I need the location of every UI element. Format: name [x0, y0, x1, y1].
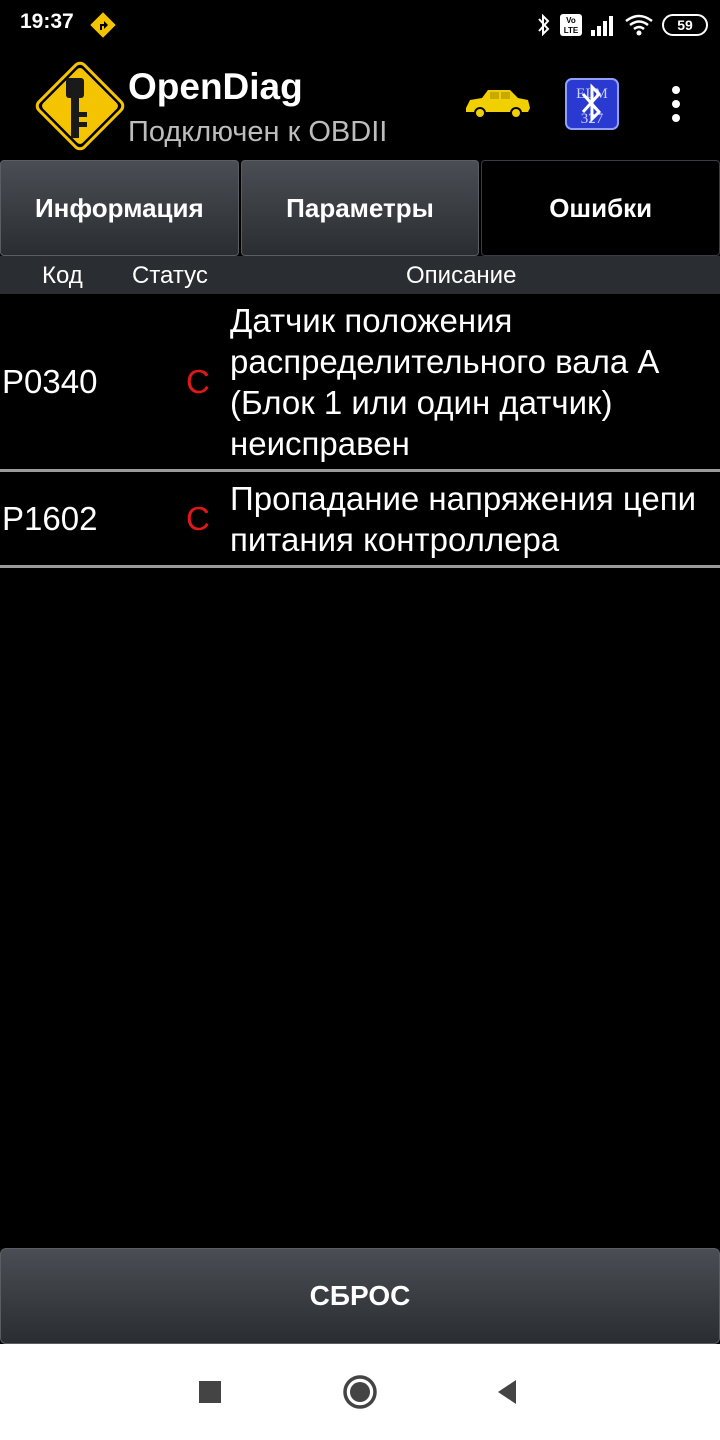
warning-navigation-icon [90, 12, 116, 38]
elm327-bluetooth-icon[interactable]: ELM 327 [565, 78, 619, 130]
column-header-status: Статус [132, 262, 208, 289]
table-header: Код Статус Описание [0, 256, 720, 294]
error-status: C [186, 362, 210, 400]
recents-icon[interactable] [190, 1372, 230, 1412]
tab-errors[interactable]: Ошибки [481, 160, 720, 256]
bluetooth-icon [538, 13, 550, 37]
key-sign-logo [35, 61, 125, 151]
error-code: P1602 [2, 499, 98, 537]
status-bar: 19:37 Vo LTE 59 [0, 0, 720, 50]
more-vert-icon[interactable] [662, 84, 690, 124]
error-description: Пропадание напряжения цепи питания контр… [230, 479, 697, 558]
status-time: 19:37 [20, 10, 74, 33]
error-code: P0340 [2, 362, 98, 400]
home-icon[interactable] [340, 1372, 380, 1412]
svg-text:LTE: LTE [564, 26, 579, 35]
error-description: Датчик положения распределительного вала… [230, 301, 658, 462]
app-bar: OpenDiag Подключен к OBDII ELM 327 [0, 50, 720, 160]
back-icon[interactable] [488, 1372, 528, 1412]
tab-parameters[interactable]: Параметры [240, 160, 480, 256]
error-status: C [186, 499, 210, 537]
wifi-icon [625, 14, 653, 36]
status-icons: Vo LTE 59 [536, 10, 708, 40]
battery-icon: 59 [662, 14, 708, 36]
tab-bar: Информация Параметры Ошибки [0, 160, 720, 256]
table-row[interactable]: P1602 C Пропадание напряжения цепи питан… [0, 472, 720, 568]
reset-button[interactable]: СБРОС [0, 1248, 720, 1344]
tab-info[interactable]: Информация [0, 160, 239, 256]
table-row[interactable]: P0340 C Датчик положения распределительн… [0, 294, 720, 472]
column-header-code: Код [42, 262, 83, 289]
battery-level: 59 [677, 17, 693, 33]
app-title: OpenDiag [128, 66, 303, 107]
volte-icon: Vo LTE [560, 14, 582, 36]
column-header-description: Описание [406, 262, 517, 289]
signal-icon [591, 16, 613, 36]
car-icon[interactable] [462, 86, 532, 120]
error-list: P0340 C Датчик положения распределительн… [0, 294, 720, 568]
connection-status: Подключен к OBDII [128, 116, 388, 148]
navigation-bar [0, 1344, 720, 1440]
svg-text:Vo: Vo [566, 16, 576, 25]
